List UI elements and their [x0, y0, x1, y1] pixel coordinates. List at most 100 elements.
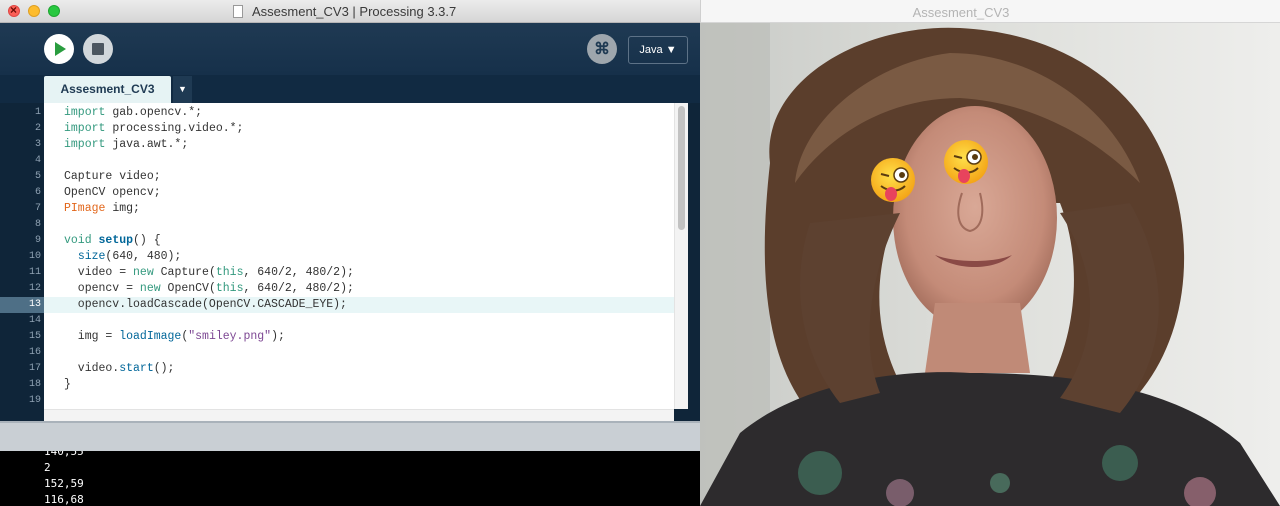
code-line[interactable]: 10 size(640, 480); — [0, 249, 700, 265]
minimize-window-button[interactable] — [28, 5, 40, 17]
ide-window-title: Assesment_CV3 | Processing 3.3.7 — [252, 4, 457, 19]
line-number: 1 — [34, 107, 41, 118]
sketch-titlebar: Assesment_CV3 — [700, 0, 1280, 23]
tab-assesment-cv3[interactable]: Assesment_CV3 — [44, 76, 171, 103]
line-number: 3 — [34, 139, 41, 150]
line-code: size(640, 480); — [64, 249, 182, 265]
code-line[interactable]: 9 void setup() { — [0, 233, 700, 249]
line-number: 10 — [28, 251, 41, 262]
code-token: opencv.loadCascade(OpenCV.CASCADE_EYE); — [64, 298, 347, 311]
line-number: 16 — [28, 347, 41, 358]
run-button[interactable] — [44, 34, 74, 64]
code-token: OpenCV( — [160, 282, 216, 295]
debugger-button[interactable]: ⌘ — [587, 34, 617, 64]
sketch-window: Assesment_CV3 — [700, 0, 1280, 506]
horizontal-scroll-track[interactable] — [44, 409, 674, 421]
code-token: size — [77, 250, 106, 263]
code-line[interactable]: 11 video = new Capture(this, 640/2, 480/… — [0, 265, 700, 281]
code-token: () { — [133, 234, 161, 247]
code-line[interactable]: 1 import gab.opencv.*; — [0, 105, 700, 121]
maximize-window-button[interactable] — [48, 5, 60, 17]
console-output[interactable]: 140,55 2 152,59 116,68 — [0, 451, 700, 506]
code-token: setup — [98, 234, 134, 247]
line-number: 19 — [28, 395, 41, 406]
code-token: , 640/2, 480/2); — [243, 282, 354, 295]
console-line: 140,55 — [44, 451, 84, 458]
code-token: img; — [105, 202, 140, 215]
code-token: import — [64, 106, 106, 119]
code-token: processing.video.*; — [105, 122, 244, 135]
line-number: 7 — [34, 203, 41, 214]
line-code: void setup() { — [64, 233, 161, 249]
line-code: import java.awt.*; — [64, 137, 188, 153]
mode-selector[interactable]: Java ▼ — [628, 36, 688, 64]
line-number: 2 — [34, 123, 41, 134]
editor-scroll-thumb[interactable] — [678, 106, 685, 230]
line-number: 8 — [34, 219, 41, 230]
code-line[interactable]: 19 — [0, 393, 700, 409]
editor-right-edge — [688, 103, 700, 409]
tab-menu-button[interactable]: ▼ — [173, 76, 192, 103]
code-line[interactable]: 8 — [0, 217, 700, 233]
close-window-button[interactable] — [8, 3, 20, 17]
console-line: 152,59 — [44, 477, 84, 490]
camera-feed — [700, 23, 1280, 506]
code-token: (); — [153, 362, 175, 375]
code-line[interactable]: 6 OpenCV opencv; — [0, 185, 700, 201]
code-token: "smiley.png" — [188, 330, 272, 343]
code-line[interactable]: 2 import processing.video.*; — [0, 121, 700, 137]
code-line[interactable]: 18} — [0, 377, 700, 393]
code-token: gab.opencv.*; — [105, 106, 203, 119]
code-line[interactable]: 16 — [0, 345, 700, 361]
debugger-icon: ⌘ — [594, 41, 610, 58]
line-code: OpenCV opencv; — [64, 185, 161, 201]
code-line[interactable]: 4 — [0, 153, 700, 169]
line-number: 18 — [28, 379, 41, 390]
code-token: import — [64, 122, 106, 135]
line-code: opencv = new OpenCV(this, 640/2, 480/2); — [64, 281, 354, 297]
code-token: OpenCV opencv; — [64, 186, 161, 199]
code-token: this — [215, 266, 244, 279]
code-token: java.awt.*; — [105, 138, 189, 151]
line-number: 13 — [28, 299, 41, 310]
line-code: } — [64, 377, 71, 393]
line-number: 15 — [28, 331, 41, 342]
code-token: ); — [271, 330, 285, 343]
editor-vertical-scrollbar[interactable] — [674, 103, 688, 409]
code-line[interactable]: 15 img = loadImage("smiley.png"); — [0, 329, 700, 345]
line-number: 12 — [28, 283, 41, 294]
ide-titlebar: Assesment_CV3 | Processing 3.3.7 — [0, 0, 700, 23]
document-icon — [233, 5, 243, 18]
code-token: } — [64, 378, 71, 391]
code-line[interactable]: 3 import java.awt.*; — [0, 137, 700, 153]
editor-horizontal-scrollbar[interactable] — [0, 409, 700, 421]
line-code: img = loadImage("smiley.png"); — [64, 329, 285, 345]
code-token: video = — [64, 266, 134, 279]
code-token: PImage — [64, 202, 106, 215]
line-number: 9 — [34, 235, 41, 246]
status-bar — [0, 421, 700, 451]
line-number: 14 — [28, 315, 41, 326]
line-number: 11 — [28, 267, 41, 278]
code-line[interactable]: 17 video.start(); — [0, 361, 700, 377]
code-token: , 640/2, 480/2); — [243, 266, 354, 279]
code-token: void — [64, 234, 92, 247]
line-code: video.start(); — [64, 361, 175, 377]
code-line[interactable]: 5 Capture video; — [0, 169, 700, 185]
line-number: 17 — [28, 363, 41, 374]
code-line[interactable]: 13 opencv.loadCascade(OpenCV.CASCADE_EYE… — [0, 297, 700, 313]
console-line: 2 — [44, 461, 51, 474]
emoji-overlay-right — [944, 140, 988, 184]
stop-button[interactable] — [83, 34, 113, 64]
code-line[interactable]: 12 opencv = new OpenCV(this, 640/2, 480/… — [0, 281, 700, 297]
line-code: video = new Capture(this, 640/2, 480/2); — [64, 265, 354, 281]
line-number: 6 — [34, 187, 41, 198]
code-editor[interactable]: 1 import gab.opencv.*; 2 import processing.… — [0, 103, 700, 409]
code-token: img = — [64, 330, 120, 343]
sketch-window-title: Assesment_CV3 — [912, 5, 1010, 20]
line-code: import processing.video.*; — [64, 121, 243, 137]
code-token: import — [64, 138, 106, 151]
code-line[interactable]: 14 — [0, 313, 700, 329]
code-token: opencv = — [64, 282, 140, 295]
code-line[interactable]: 7 PImage img; — [0, 201, 700, 217]
